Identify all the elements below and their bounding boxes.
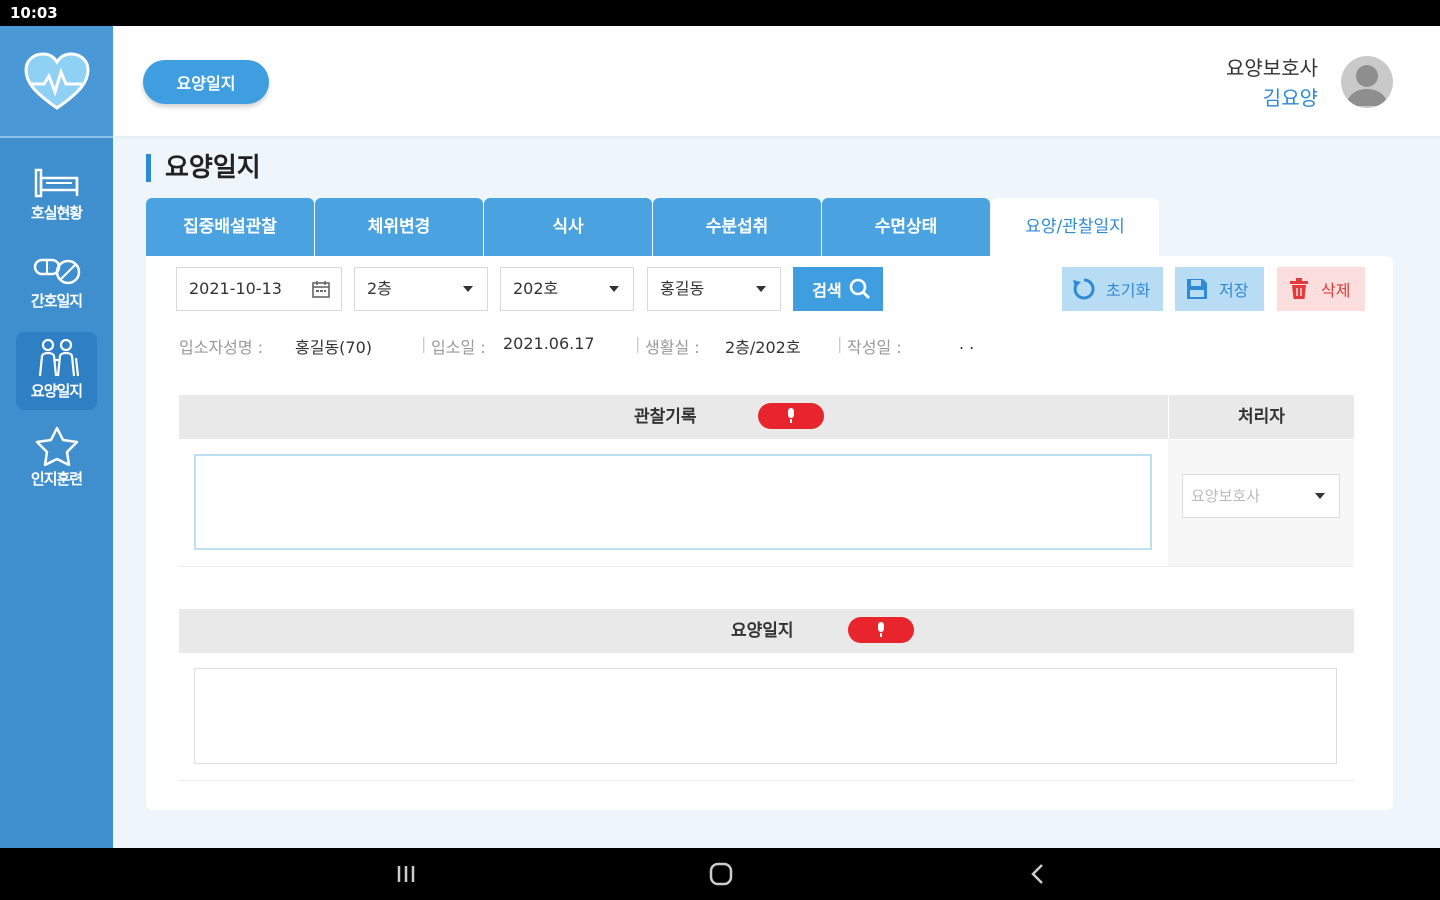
resident-select[interactable]: 홍길동	[647, 267, 781, 311]
user-avatar-icon	[1345, 65, 1389, 106]
room-label: 생활실 :	[645, 338, 700, 357]
tab-sleep[interactable]: 수면상태	[822, 198, 990, 256]
status-bar: 10:03	[0, 0, 1440, 26]
care-log-textarea[interactable]	[194, 668, 1337, 764]
delete-label: 삭제	[1321, 281, 1351, 300]
date-value: 2021-10-13	[189, 279, 282, 298]
app-logo[interactable]	[0, 26, 113, 138]
trash-icon	[1290, 278, 1308, 299]
observation-textarea[interactable]	[194, 454, 1152, 550]
date-picker[interactable]: 2021-10-13	[176, 267, 342, 311]
tab-intensive-excretion[interactable]: 집중배설관찰	[146, 198, 314, 256]
handler-placeholder: 요양보호사	[1191, 487, 1261, 505]
search-button[interactable]: 검색	[793, 267, 883, 311]
floor-value: 2층	[367, 279, 392, 298]
reset-label: 초기화	[1106, 281, 1151, 300]
sidebar: 호실현황 간호일지 요양일지 인지훈련	[0, 26, 113, 848]
resident-value: 홍길동	[660, 279, 705, 298]
care-log-voice-button[interactable]	[848, 617, 914, 643]
tab-position-change[interactable]: 체위변경	[315, 198, 483, 256]
admission-date-label: 입소일 :	[431, 338, 486, 357]
search-label: 검색	[812, 281, 842, 300]
care-log-panel: 2021-10-13 2층 202호 홍길동 검색 초기화 저장 삭제 입소자성…	[146, 256, 1393, 810]
handler-select[interactable]: 요양보호사	[1182, 474, 1340, 518]
save-label: 저장	[1219, 281, 1249, 300]
observation-voice-button[interactable]	[758, 403, 824, 429]
sidebar-item-room-status[interactable]: 호실현황	[16, 158, 97, 236]
header-care-log-button[interactable]: 요양일지	[143, 60, 269, 104]
status-time: 10:03	[10, 4, 58, 22]
resident-name-label: 입소자성명 :	[179, 338, 264, 357]
caregiver-icon	[38, 338, 79, 377]
back-icon[interactable]	[1028, 862, 1046, 886]
avatar[interactable]	[1341, 56, 1393, 108]
home-icon[interactable]	[709, 862, 733, 886]
search-icon	[849, 278, 870, 299]
user-role: 요양보호사	[1226, 56, 1318, 80]
tab-care-observation-log[interactable]: 요양/관찰일지	[991, 198, 1159, 256]
floppy-disk-icon	[1187, 279, 1207, 299]
sidebar-item-label: 인지훈련	[30, 470, 83, 488]
chevron-down-icon	[463, 286, 473, 292]
sidebar-item-nursing-log[interactable]: 간호일지	[16, 246, 97, 324]
system-navigation-bar	[0, 848, 1440, 900]
room-value: 202호	[513, 279, 559, 298]
chevron-down-icon	[756, 286, 766, 292]
sidebar-item-label: 호실현황	[30, 204, 83, 222]
star-icon	[35, 426, 78, 466]
tab-meal[interactable]: 식사	[484, 198, 652, 256]
bed-icon	[34, 168, 78, 198]
row-divider	[179, 780, 1354, 781]
recent-apps-icon[interactable]	[396, 862, 416, 886]
row-divider	[179, 566, 1354, 567]
resident-name-value: 홍길동(70)	[295, 338, 373, 357]
delete-button[interactable]: 삭제	[1277, 267, 1365, 311]
sidebar-item-label: 요양일지	[30, 382, 83, 400]
heart-logo-icon	[24, 52, 90, 110]
admission-date-value: 2021.06.17	[503, 334, 595, 353]
refresh-icon	[1073, 278, 1095, 300]
observation-header-label: 관찰기록	[634, 407, 697, 427]
main-content: 요양일지 요양보호사 김요양 요양일지 집중배설관찰 체위변경 식사 수분섭취 …	[113, 26, 1440, 848]
divider: |	[635, 334, 641, 353]
chevron-down-icon	[1315, 493, 1325, 499]
room-select[interactable]: 202호	[500, 267, 634, 311]
care-log-header-label: 요양일지	[731, 621, 794, 641]
microphone-icon	[788, 408, 794, 423]
user-name[interactable]: 김요양	[1263, 82, 1318, 111]
top-header: 요양일지 요양보호사 김요양	[113, 26, 1440, 138]
save-button[interactable]: 저장	[1175, 267, 1264, 311]
sidebar-item-care-log[interactable]: 요양일지	[16, 332, 97, 410]
tab-hydration[interactable]: 수분섭취	[653, 198, 821, 256]
microphone-icon	[878, 622, 884, 637]
written-date-label: 작성일 :	[847, 338, 902, 357]
sidebar-item-cognitive-training[interactable]: 인지훈련	[16, 420, 97, 498]
sidebar-item-label: 간호일지	[30, 292, 83, 310]
calendar-icon	[312, 281, 330, 298]
reset-button[interactable]: 초기화	[1062, 267, 1163, 311]
page-title: 요양일지	[146, 154, 261, 182]
divider: |	[421, 334, 427, 353]
chevron-down-icon	[609, 286, 619, 292]
care-log-header: 요양일지	[179, 609, 1354, 653]
room-value-info: 2층/202호	[725, 338, 801, 357]
handler-header: 처리자	[1169, 395, 1354, 439]
divider: |	[837, 334, 843, 353]
handler-cell: 요양보호사	[1168, 440, 1354, 566]
observation-header: 관찰기록	[179, 395, 1168, 439]
written-date-value: . .	[959, 334, 975, 353]
floor-select[interactable]: 2층	[354, 267, 488, 311]
pills-icon	[33, 258, 80, 285]
resident-info-row: 입소자성명 : 홍길동(70) | 입소일 : 2021.06.17 | 생활실…	[179, 334, 1079, 358]
